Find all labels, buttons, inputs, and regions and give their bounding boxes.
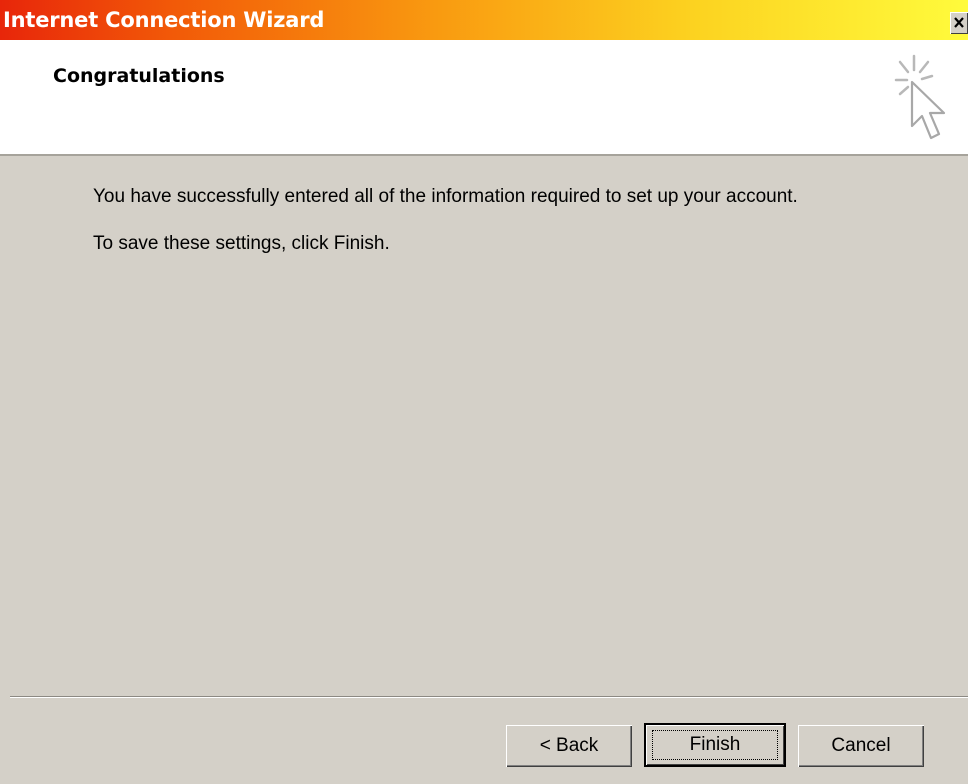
back-button-label: < Back: [539, 735, 599, 756]
success-message: You have successfully entered all of the…: [93, 186, 798, 207]
window-title: Internet Connection Wizard: [3, 8, 325, 32]
cancel-button-label: Cancel: [831, 735, 891, 756]
separator: [10, 696, 968, 698]
page-title: Congratulations: [53, 65, 225, 87]
wizard-cursor-icon: [894, 54, 946, 140]
cancel-button[interactable]: Cancel: [798, 725, 924, 767]
finish-button-label: Finish: [689, 734, 741, 755]
close-icon: [954, 17, 964, 28]
close-button[interactable]: [950, 12, 968, 34]
instruction-message: To save these settings, click Finish.: [93, 233, 390, 254]
finish-button[interactable]: Finish: [644, 723, 786, 767]
wizard-header: Congratulations: [0, 40, 968, 156]
back-button[interactable]: < Back: [506, 725, 632, 767]
title-bar[interactable]: Internet Connection Wizard: [0, 0, 968, 40]
